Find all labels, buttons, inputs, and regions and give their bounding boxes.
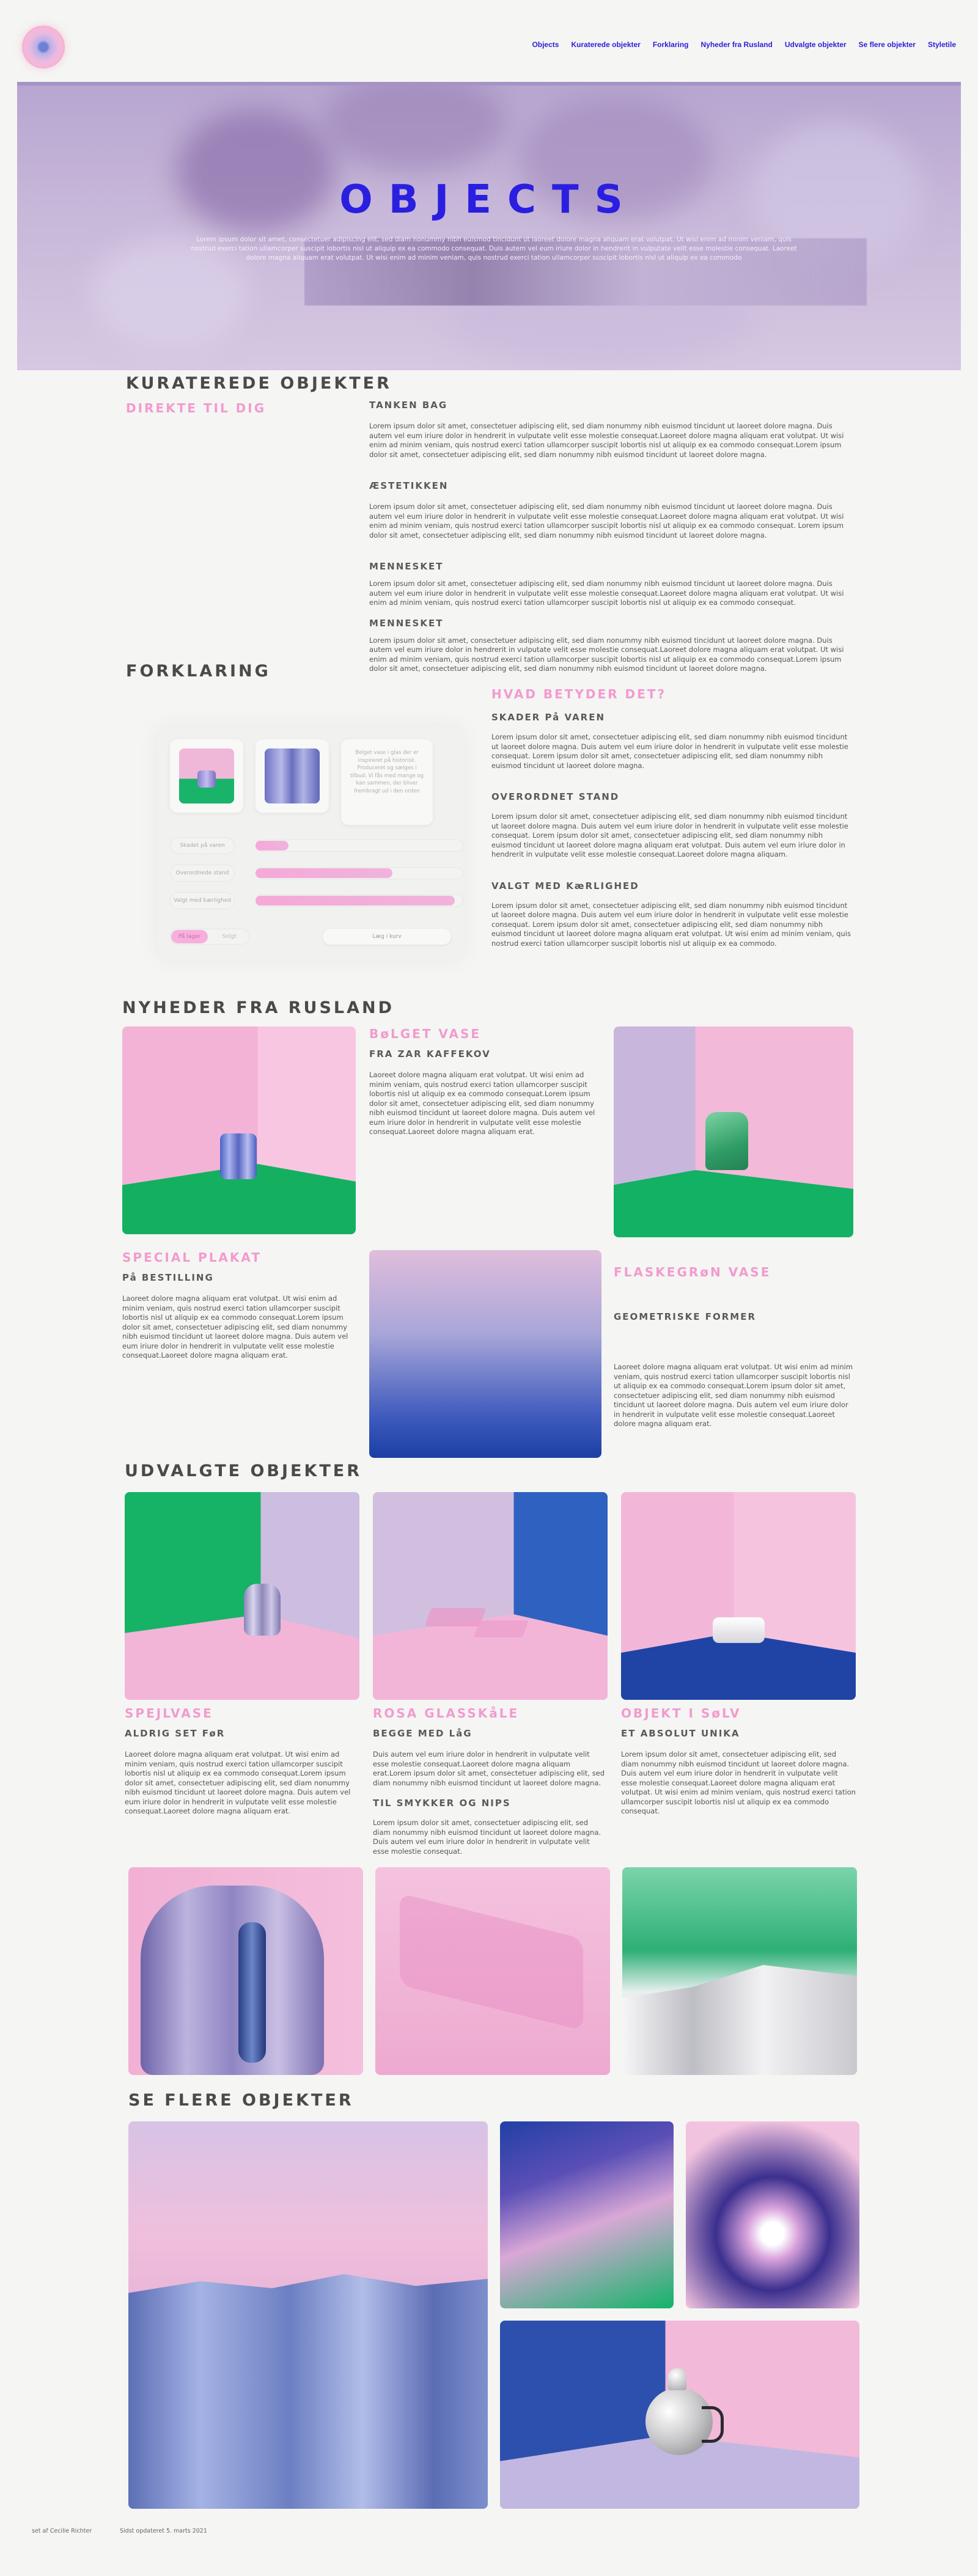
block-heading: OVERORDNET STAND [491,791,620,802]
hero-text: Lorem ipsum dolor sit amet, consectetuer… [191,236,797,262]
nav-curated[interactable]: Kuraterede objekter [571,40,640,49]
nav-more[interactable]: Se flere objekter [859,40,916,49]
mock-description: Belget vase i glas der er inspireret på … [341,739,433,825]
block-heading: VALGT MED KæRLIGHED [491,880,639,891]
vase-text: Laoreet dolore magna aliquam erat volutp… [369,1070,595,1136]
rating-track [256,840,463,852]
explain-content: SKADER På VAREN Lorem ipsum dolor sit am… [491,712,852,948]
add-to-cart-button[interactable]: Læg i kurv [323,929,451,945]
bottle-vase-image[interactable] [614,1026,853,1237]
rating-label: Valgt med kærlighed [170,892,235,909]
toggle-sold[interactable]: Solgt [214,930,244,943]
main-nav: Objects Kuraterede objekter Forklaring N… [532,40,956,49]
selected-item-text2: Lorem ipsum dolor sit amet, consectetuer… [373,1818,601,1856]
teapot-image[interactable] [500,2321,859,2509]
nav-styletile[interactable]: Styletile [928,40,956,49]
nav-objects[interactable]: Objects [532,40,559,49]
mock-thumb [170,739,243,813]
rating-fill [256,896,455,906]
block-text: Lorem ipsum dolor sit amet, consectetuer… [369,422,844,459]
silver-closeup-image[interactable] [622,1867,857,2075]
rating-label: Overordnede stand [170,865,235,882]
footer-credit: set af Cecilie Richter [32,2528,92,2534]
poster-sub: På BESTILLING [122,1272,214,1283]
block-heading: MENNESKET [369,561,444,572]
gradient-art-image[interactable] [500,2121,674,2308]
nav-explain[interactable]: Forklaring [653,40,689,49]
block-text: Lorem ipsum dolor sit amet, consectetuer… [369,502,844,540]
block-heading: SKADER På VAREN [491,712,605,723]
rating-track [256,867,463,879]
block-heading: ÆSTETIKKEN [369,480,449,491]
pink-bowls-image[interactable] [373,1492,608,1700]
explain-title: FORKLARING [126,662,271,681]
hero-title: OBJECTS [339,177,639,222]
jar-closeup-image[interactable] [128,1867,363,2075]
news-title: NYHEDER FRA RUSLAND [122,998,395,1017]
rating-fill [256,841,289,851]
poster-title: SPECIAL PLAKAT [122,1250,262,1265]
block-text: Lorem ipsum dolor sit amet, consectetuer… [491,733,848,770]
more-title: SE FLERE OBJEKTER [128,2091,354,2110]
explain-subtitle: HVAD BETYDER DET? [491,687,667,701]
toggle-in-stock[interactable]: På lager [171,930,208,943]
vase-title: BøLGET VASE [369,1026,482,1041]
poster-text: Laoreet dolore magna aliquam erat volutp… [122,1294,348,1359]
selected-item-title: ROSA GLASSKåLE [373,1706,520,1721]
selected-item-text: Lorem ipsum dolor sit amet, consectetuer… [621,1750,856,1815]
selected-item-sub: BEGGE MED LåG [373,1728,472,1739]
curated-title: KURATEREDE OBJEKTER [126,374,392,393]
large-vase-image[interactable] [128,2121,488,2509]
block-text: Lorem ipsum dolor sit amet, consectetuer… [369,579,844,607]
selected-item-title: SPEJLVASE [125,1706,213,1721]
selected-item-text: Laoreet dolore magna aliquam erat volutp… [125,1750,351,1815]
mirror-vase-image[interactable] [125,1492,359,1700]
footer-updated: Sidst opdateret 5. marts 2021 [120,2528,207,2534]
wavy-vase-image[interactable] [122,1026,356,1234]
block-text: Lorem ipsum dolor sit amet, consectetuer… [369,635,844,673]
rating-label: Skadet på varen [170,837,235,854]
logo[interactable] [22,26,65,68]
nav-news[interactable]: Nyheder fra Rusland [701,40,773,49]
stock-toggle[interactable]: På lager Solgt [170,929,249,945]
bottle-sub: GEOMETRISKE FORMER [614,1311,757,1322]
selected-title: UDVALGTE OBJEKTER [125,1462,362,1480]
mock-thumb [256,739,329,813]
vase-sub: FRA ZAR KAFFEKOV [369,1048,491,1059]
selected-item-title: OBJEKT I SøLV [621,1706,741,1721]
poster-image[interactable] [369,1250,601,1458]
selected-item-sub2: TIL SMYKKER OG NIPS [373,1798,511,1809]
rating-fill [256,868,393,878]
mock-ratings: Skadet på varen Overordnede stand Valgt … [170,837,463,929]
hero-blur-shape [323,86,506,171]
curated-content: TANKEN BAG Lorem ipsum dolor sit amet, c… [369,400,852,674]
product-card-mockup: Belget vase i glas der er inspireret på … [158,727,463,959]
selected-item-sub: ET ABSOLUT UNIKA [621,1728,740,1739]
block-heading: MENNESKET [369,617,444,629]
hero-banner: OBJECTS Lorem ipsum dolor sit amet, cons… [17,82,961,370]
block-text: Lorem ipsum dolor sit amet, consectetuer… [491,901,851,948]
rating-track [256,895,463,907]
selected-item-text: Duis autem vel eum iriure dolor in hendr… [373,1750,605,1787]
bottle-title: FLASKEGRøN VASE [614,1265,771,1279]
nav-selected[interactable]: Udvalgte objekter [785,40,847,49]
silver-object-image[interactable] [621,1492,856,1700]
glass-bowl-closeup-image[interactable] [375,1867,610,2075]
bottle-text: Laoreet dolore magna aliquam erat volutp… [614,1363,853,1428]
block-text: Lorem ipsum dolor sit amet, consectetuer… [491,812,848,858]
radial-gradient-image[interactable] [686,2121,859,2308]
block-heading: TANKEN BAG [369,400,448,411]
selected-item-sub: ALDRIG SET FøR [125,1728,226,1739]
curated-subtitle: DIREKTE TIL DIG [126,401,267,415]
